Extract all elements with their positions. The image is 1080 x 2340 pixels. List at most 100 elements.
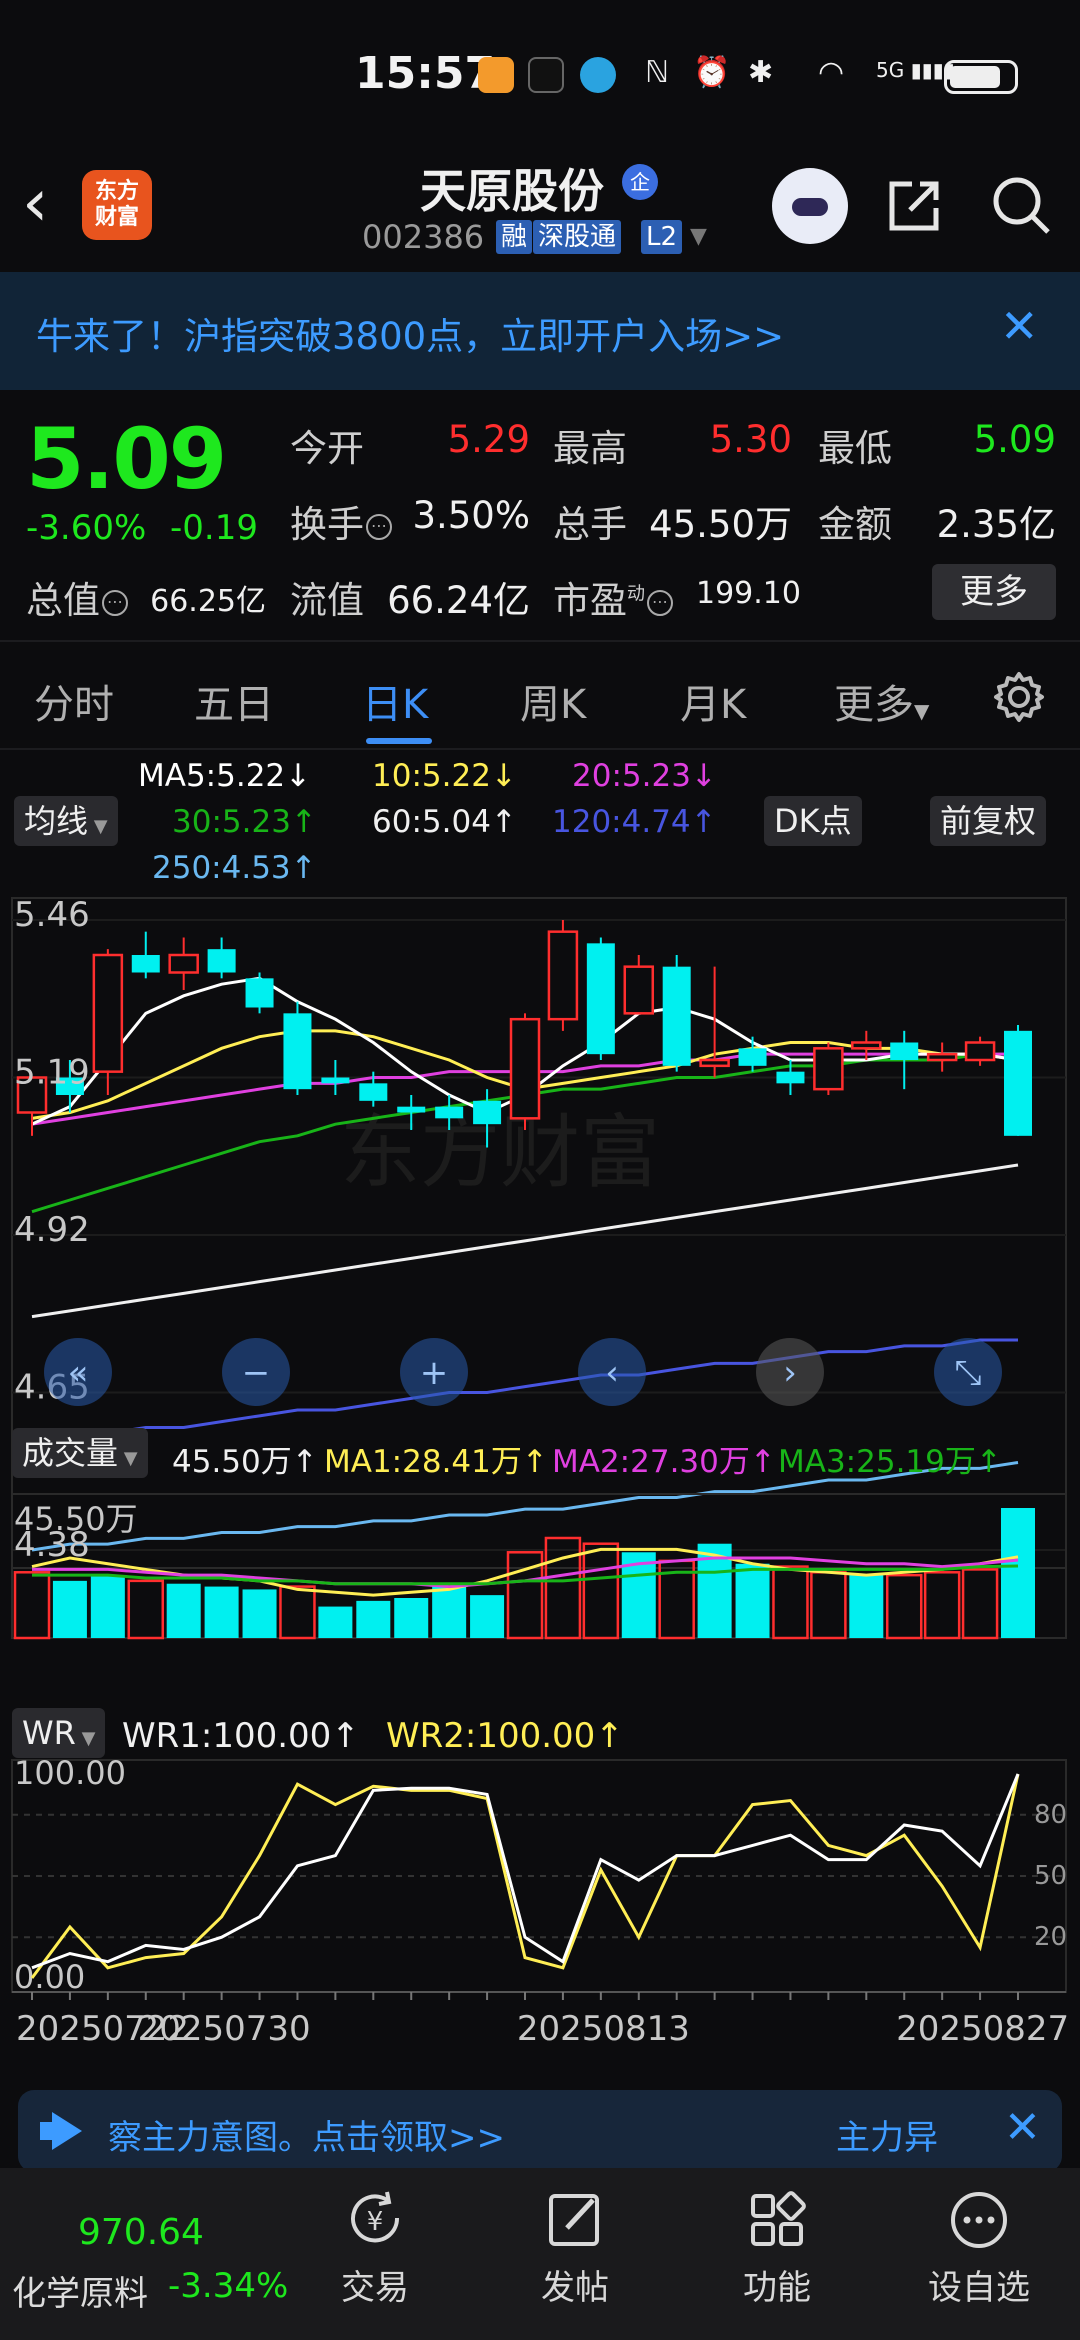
candle-body bbox=[473, 1100, 502, 1125]
sector-change-pct[interactable]: -3.34% bbox=[168, 2266, 288, 2306]
promo-banner[interactable]: 牛来了！沪指突破3800点，立即开户入场>> ✕ bbox=[0, 272, 1080, 390]
caret-down-icon: ▼ bbox=[914, 699, 930, 723]
volume-bar bbox=[356, 1600, 391, 1638]
candle-body bbox=[359, 1083, 388, 1101]
low-label: 最低 bbox=[818, 427, 892, 470]
gear-icon[interactable] bbox=[992, 670, 1046, 724]
period-tabs: 分时 五日 日K 周K 月K 更多▼ bbox=[0, 640, 1080, 750]
battery-icon bbox=[944, 60, 1018, 94]
info-icon[interactable]: ⋯ bbox=[366, 513, 392, 540]
assistant-robot-icon[interactable] bbox=[772, 168, 848, 244]
sector-index-value[interactable]: 970.64 bbox=[78, 2212, 204, 2253]
wr1-legend: WR1:100.00↑ bbox=[122, 1716, 360, 1756]
step-right-icon-glyph: › bbox=[783, 1353, 797, 1393]
nav-post[interactable]: 发帖 bbox=[510, 2188, 640, 2309]
tab-five-day[interactable]: 五日 bbox=[194, 672, 274, 730]
volume-value: 45.50万 bbox=[649, 503, 792, 546]
network-type-label: 5G bbox=[876, 58, 905, 82]
tab-monthly-k[interactable]: 月K bbox=[680, 672, 746, 730]
candle-body bbox=[92, 953, 124, 1073]
stock-code: 002386 bbox=[362, 218, 485, 256]
signal-5g-icon: 5G ▮▮▮▮ bbox=[876, 58, 955, 82]
tab-intraday[interactable]: 分时 bbox=[34, 672, 114, 730]
nav-trade[interactable]: ¥ 交易 bbox=[310, 2188, 440, 2309]
volume-bar bbox=[90, 1575, 125, 1638]
tag-level2: L2 bbox=[641, 220, 683, 254]
amount-value: 2.35亿 bbox=[936, 503, 1056, 546]
grid-icon bbox=[751, 2191, 806, 2246]
volume-legend: 45.50万↑ bbox=[172, 1444, 318, 1480]
kline-chart-area[interactable]: MA5:5.22↓ 10:5.22↓ 20:5.23↓ 均线 ▼ 30:5.23… bbox=[0, 750, 1080, 2070]
svg-text:¥: ¥ bbox=[367, 2207, 384, 2237]
info-icon[interactable]: ⋯ bbox=[647, 589, 673, 616]
volume-bar bbox=[923, 1571, 961, 1640]
tab-more-label: 更多 bbox=[834, 682, 914, 728]
float-value: 66.24亿 bbox=[387, 579, 530, 622]
wr-selector[interactable]: WR ▼ bbox=[12, 1708, 106, 1758]
bottom-nav: 970.64 化学原料 -3.34% ¥ 交易 发帖 功能 设自选 bbox=[0, 2168, 1080, 2340]
more-button[interactable]: 更多 bbox=[932, 564, 1056, 620]
change-percent: -3.60% bbox=[26, 508, 147, 548]
candle-body bbox=[851, 1041, 882, 1050]
candle-body bbox=[738, 1048, 767, 1066]
nav-trade-label: 交易 bbox=[341, 2268, 409, 2308]
volume-bar bbox=[1001, 1508, 1035, 1638]
wr-wr1-line bbox=[31, 1773, 1020, 1970]
low-value: 5.09 bbox=[973, 418, 1056, 461]
notice-banner[interactable]: 察主力意图。点击领取>> 主力异 ✕ bbox=[18, 2090, 1062, 2172]
edit-icon bbox=[549, 2194, 599, 2246]
wr-panel: 80 50 20 100.00 0.00 bbox=[11, 1754, 1067, 1996]
nfc-icon: ℕ bbox=[645, 55, 670, 90]
volume-selector[interactable]: 成交量 ▼ bbox=[12, 1428, 148, 1478]
high-value: 5.30 bbox=[709, 418, 792, 461]
tab-more[interactable]: 更多▼ bbox=[834, 672, 929, 730]
nav-add-watchlist-label: 设自选 bbox=[928, 2268, 1030, 2308]
volume-bar bbox=[52, 1580, 87, 1638]
browser-icon bbox=[580, 57, 616, 93]
candles bbox=[16, 920, 1032, 1148]
volume-bar bbox=[470, 1595, 505, 1638]
notice-right-text[interactable]: 主力异 bbox=[836, 2110, 938, 2159]
volume-bar bbox=[735, 1563, 770, 1638]
date-tick-label: 20250813 bbox=[517, 2009, 690, 2049]
share-icon[interactable] bbox=[886, 176, 944, 234]
nav-add-watchlist[interactable]: 设自选 bbox=[914, 2188, 1044, 2309]
kline-svg[interactable]: 东方财富 5.465.194.924.654.38 «−+‹›⤡ bbox=[0, 750, 1080, 2070]
candle-body bbox=[321, 1077, 350, 1084]
search-icon[interactable] bbox=[990, 174, 1052, 236]
high-label: 最高 bbox=[553, 427, 627, 470]
close-icon[interactable]: ✕ bbox=[1004, 2102, 1041, 2153]
volume-bar bbox=[127, 1579, 165, 1640]
tab-weekly-k[interactable]: 周K bbox=[520, 672, 586, 730]
zoom-controls[interactable]: « − + ‹ › ⤡ bbox=[44, 1338, 1002, 1406]
nav-functions[interactable]: 功能 bbox=[712, 2188, 842, 2309]
volume-bar bbox=[849, 1575, 884, 1638]
sector-name[interactable]: 化学原料 bbox=[12, 2266, 148, 2315]
tab-daily-k[interactable]: 日K bbox=[362, 672, 428, 730]
volume-bar bbox=[810, 1571, 847, 1640]
close-icon[interactable]: ✕ bbox=[1000, 300, 1039, 352]
pe-label: 市盈动 ⋯ bbox=[553, 570, 673, 624]
volume-bar bbox=[242, 1589, 277, 1638]
date-tick-label: 20250730 bbox=[138, 2009, 311, 2049]
volume-bar bbox=[772, 1565, 809, 1640]
pe-dynamic-sup: 动 bbox=[627, 583, 645, 605]
candle-body bbox=[207, 949, 236, 973]
notice-text[interactable]: 察主力意图。点击领取>> bbox=[108, 2110, 505, 2159]
back-button[interactable]: ‹ bbox=[22, 170, 48, 236]
step-left-icon-glyph: ‹ bbox=[605, 1353, 619, 1393]
promo-banner-text[interactable]: 牛来了！沪指突破3800点，立即开户入场>> bbox=[36, 306, 784, 360]
caret-down-icon: ▼ bbox=[75, 1728, 96, 1749]
volume-bar bbox=[204, 1586, 239, 1638]
zoom-out-icon-glyph: − bbox=[242, 1353, 271, 1393]
stock-name[interactable]: 天原股份 bbox=[420, 155, 604, 221]
mktcap-label: 总值 ⋯ bbox=[26, 570, 128, 624]
vol-ma3-legend: MA3:25.19万↑ bbox=[778, 1444, 1002, 1480]
info-icon[interactable]: ⋯ bbox=[102, 589, 128, 616]
date-tick-label: 20250827 bbox=[896, 2009, 1069, 2049]
candle-body bbox=[926, 1052, 958, 1062]
open-label: 今开 bbox=[290, 427, 364, 470]
mktcap-label-text: 总值 bbox=[26, 579, 100, 622]
chevron-down-icon[interactable]: ▼ bbox=[690, 224, 707, 249]
date-axis: 2025072220250730 20250813 20250827 bbox=[12, 1991, 1069, 2049]
